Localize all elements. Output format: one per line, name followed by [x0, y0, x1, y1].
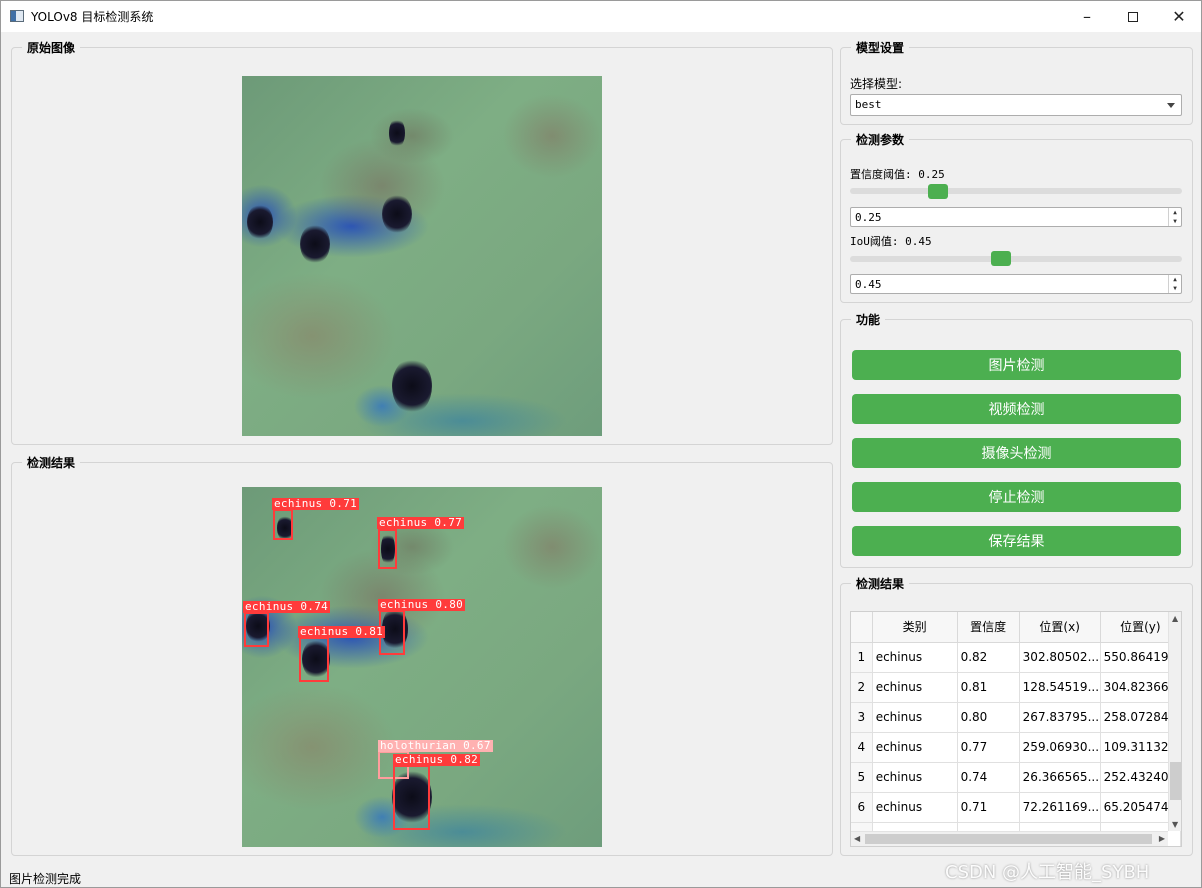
table-horizontal-scrollbar[interactable]: ◀ ▶	[851, 831, 1168, 846]
model-select-value: best	[855, 98, 882, 111]
horizontal-scroll-thumb[interactable]	[865, 834, 1152, 844]
column-header-confidence[interactable]: 置信度	[957, 612, 1020, 643]
corner-cell[interactable]	[851, 612, 873, 643]
model-settings-title: 模型设置	[851, 39, 910, 56]
stop-detect-button[interactable]: 停止检测	[852, 482, 1181, 512]
table-row[interactable]: 3 echinus 0.80 267.83795... 258.07284...	[851, 702, 1181, 733]
detection-box	[299, 637, 329, 682]
minimize-icon: –	[1083, 7, 1091, 26]
cell-class[interactable]: echinus	[872, 792, 958, 823]
result-image: echinus 0.71 echinus 0.77 echinus 0.74 e…	[242, 487, 602, 847]
table-header-row: 类别 置信度 位置(x) 位置(y)	[851, 612, 1181, 643]
result-image-title: 检测结果	[22, 454, 81, 471]
iou-spinbox-value: 0.45	[855, 278, 882, 291]
functions-title: 功能	[851, 311, 886, 328]
camera-detect-button[interactable]: 摄像头检测	[852, 438, 1181, 468]
iou-label: IoU阈值: 0.45	[850, 235, 932, 248]
table-row[interactable]: 2 echinus 0.81 128.54519... 304.82366...	[851, 672, 1181, 703]
table-row[interactable]: 6 echinus 0.71 72.261169... 65.205474...	[851, 792, 1181, 823]
vertical-scroll-thumb[interactable]	[1170, 762, 1181, 800]
model-select[interactable]: best	[850, 94, 1182, 116]
maximize-icon	[1128, 11, 1138, 22]
table-row[interactable]: 4 echinus 0.77 259.06930... 109.31132...	[851, 732, 1181, 763]
confidence-spinbox-value: 0.25	[855, 211, 882, 224]
cell-confidence[interactable]: 0.74	[957, 762, 1020, 793]
column-header-x[interactable]: 位置(x)	[1019, 612, 1101, 643]
cell-class[interactable]: echinus	[872, 642, 958, 673]
scroll-up-icon[interactable]: ▲	[1172, 614, 1178, 623]
cell-confidence[interactable]: 0.71	[957, 792, 1020, 823]
detection-box	[244, 612, 269, 647]
iou-slider-handle[interactable]	[991, 251, 1011, 266]
status-bar-text: 图片检测完成	[9, 872, 82, 886]
iou-slider-track[interactable]	[850, 256, 1182, 262]
results-table[interactable]: 类别 置信度 位置(x) 位置(y) 1 echinus 0.82 302.80…	[850, 611, 1182, 847]
cell-class[interactable]: echinus	[872, 702, 958, 733]
table-vertical-scrollbar[interactable]: ▲ ▼	[1168, 612, 1181, 831]
spin-down-icon[interactable]: ▼	[1168, 217, 1181, 226]
row-number[interactable]: 5	[851, 762, 873, 793]
cell-class[interactable]: echinus	[872, 672, 958, 703]
detection-box	[273, 509, 293, 540]
video-detect-button[interactable]: 视频检测	[852, 394, 1181, 424]
spin-up-icon[interactable]: ▲	[1168, 208, 1181, 217]
row-number[interactable]: 2	[851, 672, 873, 703]
cell-x[interactable]: 72.261169...	[1019, 792, 1101, 823]
spin-up-icon[interactable]: ▲	[1168, 275, 1181, 284]
close-icon: ✕	[1172, 7, 1186, 26]
detection-box	[378, 529, 397, 569]
detection-label: echinus 0.71	[272, 497, 360, 510]
table-row[interactable]: 1 echinus 0.82 302.80502... 550.86419...	[851, 642, 1181, 673]
minimize-button[interactable]: –	[1064, 1, 1110, 32]
detection-box	[393, 765, 430, 830]
confidence-slider-handle[interactable]	[928, 184, 948, 199]
save-result-button[interactable]: 保存结果	[852, 526, 1181, 556]
iou-spinbox[interactable]: 0.45 ▲ ▼	[850, 274, 1182, 294]
cell-x[interactable]: 267.83795...	[1019, 702, 1101, 733]
column-header-class[interactable]: 类别	[872, 612, 958, 643]
model-select-label: 选择模型:	[850, 77, 903, 91]
original-image	[242, 76, 602, 436]
results-table-title: 检测结果	[851, 575, 910, 592]
scroll-down-icon[interactable]: ▼	[1172, 820, 1178, 829]
confidence-label: 置信度阈值: 0.25	[850, 168, 945, 181]
image-detect-button[interactable]: 图片检测	[852, 350, 1181, 380]
app-icon	[10, 10, 24, 22]
detection-label: echinus 0.81	[298, 625, 386, 638]
cell-confidence[interactable]: 0.77	[957, 732, 1020, 763]
title-bar: YOLOv8 目标检测系统 – ✕	[1, 1, 1201, 32]
row-number[interactable]: 4	[851, 732, 873, 763]
scroll-left-icon[interactable]: ◀	[854, 834, 860, 843]
watermark: CSDN @人工智能_SYBH	[945, 862, 1150, 883]
detection-label: echinus 0.80	[378, 598, 466, 611]
chevron-down-icon	[1167, 103, 1175, 108]
detection-label: echinus 0.77	[377, 516, 465, 529]
cell-class[interactable]: echinus	[872, 732, 958, 763]
table-row[interactable]: 5 echinus 0.74 26.366565... 252.43240...	[851, 762, 1181, 793]
cell-x[interactable]: 259.06930...	[1019, 732, 1101, 763]
cell-x[interactable]: 26.366565...	[1019, 762, 1101, 793]
detection-params-title: 检测参数	[851, 131, 910, 148]
cell-confidence[interactable]: 0.81	[957, 672, 1020, 703]
detection-label: echinus 0.82	[393, 753, 481, 766]
cell-confidence[interactable]: 0.82	[957, 642, 1020, 673]
close-button[interactable]: ✕	[1156, 1, 1202, 32]
cell-confidence[interactable]: 0.80	[957, 702, 1020, 733]
cell-x[interactable]: 302.80502...	[1019, 642, 1101, 673]
cell-class[interactable]: echinus	[872, 762, 958, 793]
confidence-slider-track[interactable]	[850, 188, 1182, 194]
app-window: YOLOv8 目标检测系统 – ✕ 原始图像 检测结果 echinus 0.71…	[0, 0, 1202, 888]
row-number[interactable]: 1	[851, 642, 873, 673]
detection-label: holothurian 0.67	[378, 739, 493, 752]
cell-x[interactable]: 128.54519...	[1019, 672, 1101, 703]
maximize-button[interactable]	[1110, 1, 1156, 32]
confidence-spinbox[interactable]: 0.25 ▲ ▼	[850, 207, 1182, 227]
original-image-title: 原始图像	[22, 39, 81, 56]
row-number[interactable]: 3	[851, 702, 873, 733]
scroll-right-icon[interactable]: ▶	[1159, 834, 1165, 843]
window-title: YOLOv8 目标检测系统	[31, 10, 154, 24]
row-number[interactable]: 6	[851, 792, 873, 823]
spin-down-icon[interactable]: ▼	[1168, 284, 1181, 293]
detection-label: echinus 0.74	[243, 600, 331, 613]
